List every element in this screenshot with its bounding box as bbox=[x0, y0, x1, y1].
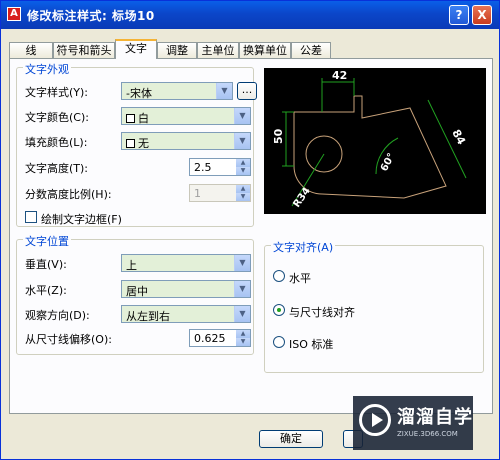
horizontal-select[interactable]: 居中 ▼ bbox=[121, 280, 251, 298]
tab-alternate-units[interactable]: 换算单位 bbox=[239, 42, 291, 59]
text-frame-checkbox[interactable] bbox=[25, 211, 37, 223]
fill-color-value: 无 bbox=[138, 137, 149, 150]
watermark-url: ZIXUE.3D66.COM bbox=[397, 430, 458, 438]
text-style-select[interactable]: -宋体 ▼ bbox=[121, 82, 233, 100]
ok-button[interactable]: 确定 bbox=[259, 430, 323, 448]
chevron-down-icon: ▼ bbox=[234, 281, 250, 297]
watermark-overlay: 溜溜自学 ZIXUE.3D66.COM bbox=[353, 396, 473, 450]
text-frame-label: 绘制文字边框(F) bbox=[41, 213, 122, 226]
spin-up-icon[interactable]: ▲ bbox=[236, 330, 250, 338]
dim-radius-text: R34 bbox=[291, 186, 312, 210]
chevron-down-icon: ▼ bbox=[234, 255, 250, 271]
view-direction-label: 观察方向(D): bbox=[25, 309, 90, 322]
play-logo-icon bbox=[359, 404, 391, 436]
part-outline bbox=[293, 95, 447, 199]
view-direction-select[interactable]: 从左到右 ▼ bbox=[121, 305, 251, 323]
spin-up-icon[interactable]: ▲ bbox=[236, 159, 250, 167]
window-title: 修改标注样式: 标场10 bbox=[27, 9, 155, 23]
color-swatch-icon bbox=[126, 114, 135, 123]
align-horizontal-radio[interactable] bbox=[273, 270, 285, 282]
chevron-down-icon: ▼ bbox=[234, 108, 250, 124]
watermark-brand: 溜溜自学 bbox=[397, 407, 473, 428]
chevron-down-icon: ▼ bbox=[216, 83, 232, 99]
dimension-preview: 42 50 84 60° R34 bbox=[264, 68, 486, 214]
fraction-scale-label: 分数高度比例(H): bbox=[25, 188, 112, 201]
tab-tolerances[interactable]: 公差 bbox=[291, 42, 331, 59]
tab-text[interactable]: 文字 bbox=[115, 39, 157, 59]
text-height-spinner[interactable]: 2.5 ▲ ▼ bbox=[189, 158, 251, 176]
tab-fit[interactable]: 调整 bbox=[157, 42, 197, 59]
align-iso-radio[interactable] bbox=[273, 336, 285, 348]
fraction-scale-spinner[interactable]: 1 ▲ ▼ bbox=[189, 184, 251, 202]
vertical-label: 垂直(V): bbox=[25, 258, 67, 271]
spin-down-icon[interactable]: ▼ bbox=[236, 193, 250, 201]
tab-panel-text: 文字外观 文字样式(Y): -宋体 ▼ ... 文字颜色(C): 白 ▼ 填充颜… bbox=[9, 58, 493, 414]
dialog-window: A 修改标注样式: 标场10 ? X 线 符号和箭头 文字 调整 主单位 换算单… bbox=[0, 0, 500, 460]
text-alignment-group: 文字对齐(A) 水平 与尺寸线对齐 ISO 标准 bbox=[264, 239, 484, 373]
text-alignment-title: 文字对齐(A) bbox=[271, 239, 336, 255]
spin-up-icon[interactable]: ▲ bbox=[236, 185, 250, 193]
title-bar[interactable]: A 修改标注样式: 标场10 ? X bbox=[1, 1, 499, 29]
fill-color-label: 填充颜色(L): bbox=[25, 136, 88, 149]
autocad-app-icon: A bbox=[7, 7, 21, 21]
chevron-down-icon: ▼ bbox=[234, 133, 250, 149]
text-style-browse-button[interactable]: ... bbox=[237, 82, 257, 100]
text-style-value: -宋体 bbox=[126, 87, 152, 100]
dim-left-text: 50 bbox=[272, 128, 285, 144]
offset-label: 从尺寸线偏移(O): bbox=[25, 333, 112, 346]
align-with-dimline-radio[interactable] bbox=[273, 304, 285, 316]
offset-spinner[interactable]: 0.625 ▲ ▼ bbox=[189, 329, 251, 347]
color-swatch-icon bbox=[126, 139, 135, 148]
horizontal-label: 水平(Z): bbox=[25, 284, 67, 297]
align-horizontal-label: 水平 bbox=[289, 272, 311, 285]
dim-angle-text: 60° bbox=[379, 152, 398, 174]
fill-color-select[interactable]: 无 ▼ bbox=[121, 132, 251, 150]
tab-primary-units[interactable]: 主单位 bbox=[197, 42, 239, 59]
offset-value: 0.625 bbox=[194, 332, 226, 345]
horizontal-value: 居中 bbox=[126, 285, 148, 298]
chevron-down-icon: ▼ bbox=[234, 306, 250, 322]
text-appearance-group: 文字外观 文字样式(Y): -宋体 ▼ ... 文字颜色(C): 白 ▼ 填充颜… bbox=[16, 61, 257, 227]
text-color-value: 白 bbox=[138, 112, 149, 125]
text-height-value: 2.5 bbox=[194, 161, 212, 174]
text-placement-title: 文字位置 bbox=[23, 233, 71, 249]
preview-drawing: 42 50 84 60° R34 bbox=[272, 69, 468, 210]
help-button[interactable]: ? bbox=[449, 5, 469, 25]
text-style-label: 文字样式(Y): bbox=[25, 86, 89, 99]
text-color-select[interactable]: 白 ▼ bbox=[121, 107, 251, 125]
tab-lines[interactable]: 线 bbox=[9, 42, 53, 59]
text-appearance-title: 文字外观 bbox=[23, 61, 71, 77]
align-iso-label: ISO 标准 bbox=[289, 338, 334, 351]
tab-symbols-arrows[interactable]: 符号和箭头 bbox=[53, 42, 115, 59]
align-with-dimline-label: 与尺寸线对齐 bbox=[289, 306, 355, 319]
text-placement-group: 文字位置 垂直(V): 上 ▼ 水平(Z): 居中 ▼ 观察方向(D): 从左到… bbox=[16, 233, 254, 355]
vertical-value: 上 bbox=[126, 259, 137, 272]
text-color-label: 文字颜色(C): bbox=[25, 111, 89, 124]
fraction-scale-value: 1 bbox=[194, 187, 201, 200]
dim-right-text: 84 bbox=[449, 127, 468, 147]
spin-down-icon[interactable]: ▼ bbox=[236, 338, 250, 346]
view-direction-value: 从左到右 bbox=[126, 310, 170, 323]
vertical-select[interactable]: 上 ▼ bbox=[121, 254, 251, 272]
spin-down-icon[interactable]: ▼ bbox=[236, 167, 250, 175]
text-height-label: 文字高度(T): bbox=[25, 162, 89, 175]
dim-top-text: 42 bbox=[332, 69, 347, 82]
close-button[interactable]: X bbox=[472, 5, 492, 25]
